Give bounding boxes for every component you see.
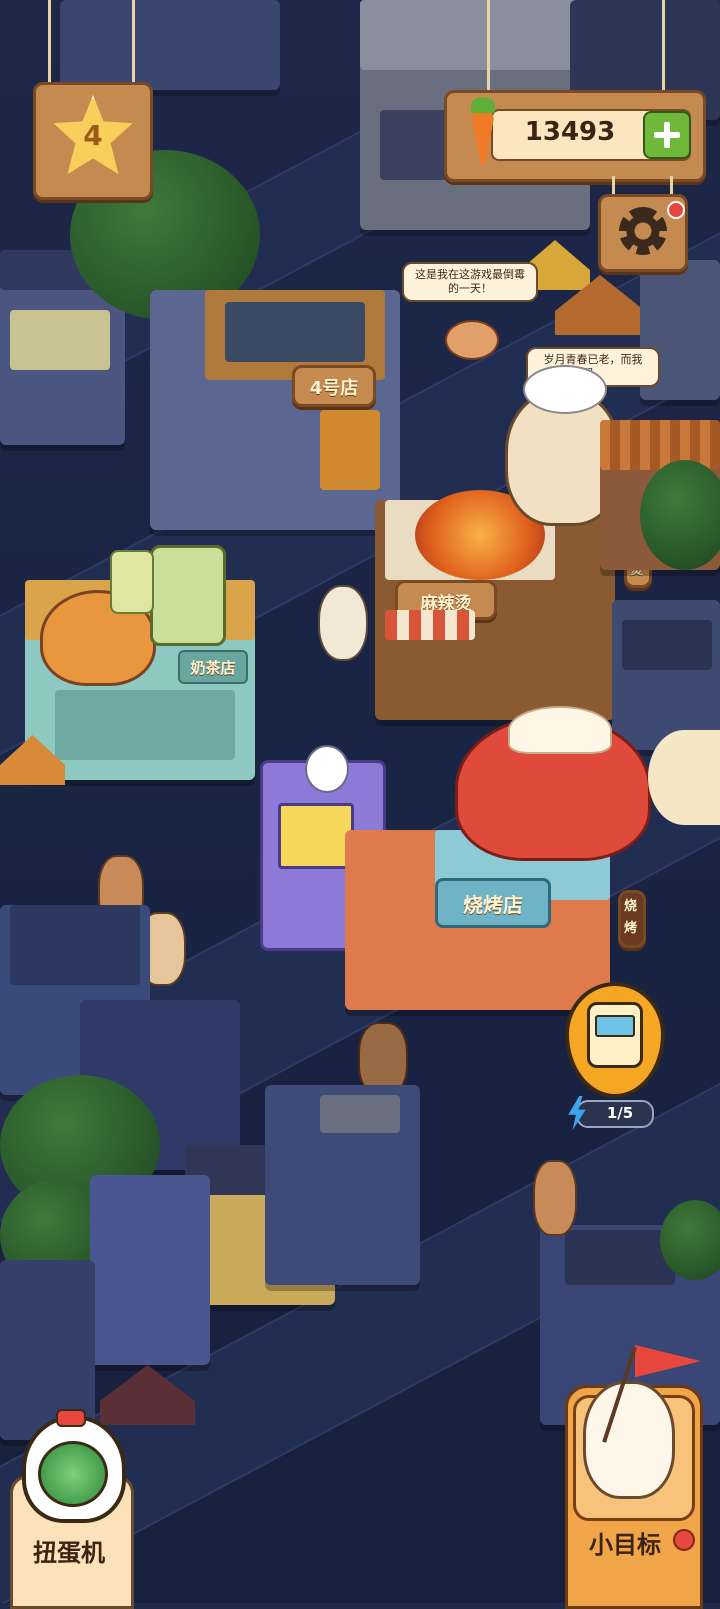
rabbit-hand-character <box>648 730 720 825</box>
level-badge[interactable]: 4 <box>33 82 153 200</box>
carrot-leaf-icon <box>471 97 495 113</box>
plus-icon-vertical <box>664 122 670 148</box>
building <box>612 600 720 750</box>
shop-4-label: 4号店 <box>309 378 359 399</box>
building <box>60 0 280 90</box>
hedgehog-character <box>445 320 499 360</box>
bbq-vertical-label: 烧烤 <box>624 899 638 936</box>
rope <box>670 176 673 196</box>
bus-icon <box>587 1002 643 1068</box>
bbq-label: 烧烤店 <box>463 893 523 917</box>
goals-label: 小目标 <box>589 1531 661 1559</box>
rope <box>48 0 51 90</box>
settings-button[interactable] <box>598 194 688 272</box>
building <box>90 1175 210 1365</box>
awning <box>385 610 475 640</box>
bunny-character <box>305 745 349 793</box>
speech-bubble: 这是我在这游戏最倒霉的一天！ <box>402 262 538 302</box>
gashapon-machine-icon <box>22 1409 126 1523</box>
carrot-counter: 13493 <box>444 90 706 182</box>
gear-icon <box>619 207 667 255</box>
rope <box>612 176 615 196</box>
energy-text: 1/5 <box>606 1104 634 1122</box>
rope <box>132 0 135 90</box>
gashapon-label: 扭蛋机 <box>33 1539 105 1567</box>
add-carrots-button[interactable] <box>643 111 691 159</box>
carrot-count: 13493 <box>524 117 616 147</box>
level-number: 4 <box>83 119 103 152</box>
milk-tea-label: 奶茶店 <box>190 659 236 677</box>
notification-dot <box>673 1529 695 1551</box>
goals-button[interactable]: 小目标 <box>555 1345 705 1609</box>
building <box>265 1085 420 1285</box>
shop-4-sign: 4号店 <box>292 365 376 407</box>
tree <box>640 460 720 570</box>
shop-4 <box>150 290 400 530</box>
bbq-vertical-sign: 烧烤 <box>618 890 646 948</box>
rope <box>487 0 490 98</box>
gashapon-button[interactable]: 扭蛋机 <box>10 1409 134 1609</box>
rabbit-paw-icon <box>583 1381 675 1499</box>
bbq-sign: 烧烤店 <box>435 878 551 928</box>
bubble-tea-cup <box>110 550 154 614</box>
energy-bar: 1/5 <box>568 1096 654 1130</box>
speech-bubble-text: 这是我在这游戏最倒霉的一天！ <box>415 268 525 295</box>
bubble-tea-cup <box>150 545 226 646</box>
notification-dot <box>667 201 685 219</box>
dog-character <box>533 1160 577 1236</box>
milk-tea-sign: 奶茶店 <box>178 650 248 684</box>
rope <box>662 0 665 98</box>
bear-character <box>318 585 368 661</box>
octopus-character <box>455 706 651 861</box>
